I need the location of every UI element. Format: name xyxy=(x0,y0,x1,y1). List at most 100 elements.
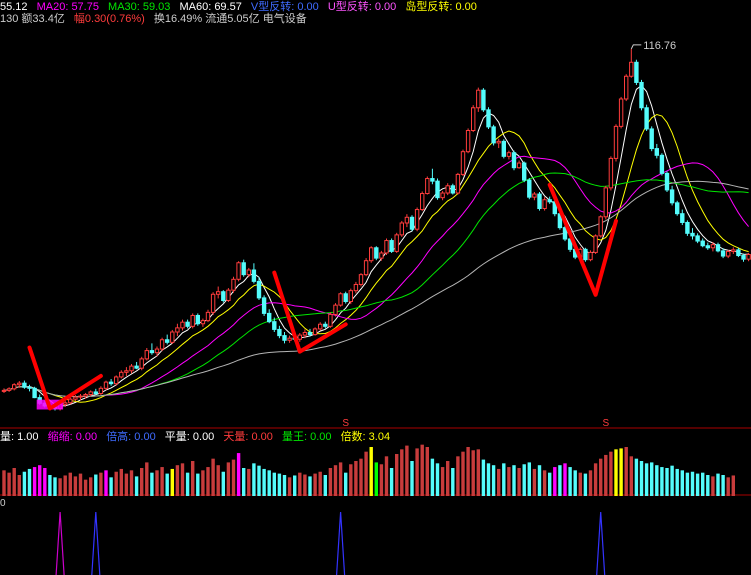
candle-body xyxy=(409,216,415,230)
candle-body xyxy=(613,125,619,159)
volume-bar xyxy=(109,477,113,496)
volume-bar xyxy=(17,475,21,496)
volume-bar xyxy=(226,462,231,496)
candle-body xyxy=(358,274,364,285)
candle-body xyxy=(435,180,440,199)
volume-bar xyxy=(726,477,730,496)
candle-body xyxy=(445,185,450,194)
volume-bar xyxy=(461,451,465,496)
volume-bar xyxy=(415,448,419,496)
candle-body xyxy=(318,323,323,330)
vol-legend-item: 倍高: 0.00 xyxy=(106,431,156,443)
volume-bar xyxy=(272,472,276,496)
candle-body xyxy=(246,269,252,276)
candle-body xyxy=(471,107,476,132)
volume-bar xyxy=(624,447,628,496)
candle-body xyxy=(139,358,144,369)
candle-body xyxy=(78,395,83,398)
candle-body xyxy=(649,128,654,150)
candle-body xyxy=(506,152,512,157)
volume-bar xyxy=(68,472,72,496)
volume-bar xyxy=(58,478,62,496)
candle-body xyxy=(221,291,226,301)
volume-bar xyxy=(2,470,6,496)
candle-body xyxy=(501,140,507,157)
candle-body xyxy=(144,350,150,360)
volume-bar xyxy=(619,448,623,496)
info-turnover: 换16.49% 流通5.05亿 电气设备 xyxy=(153,13,307,25)
volume-bar xyxy=(155,470,159,496)
candle-body xyxy=(404,216,410,224)
candle-body xyxy=(93,391,98,394)
volume-bar xyxy=(609,451,613,496)
volume-bar xyxy=(129,470,134,496)
volume-bar xyxy=(456,456,460,496)
candle-body xyxy=(73,396,78,400)
candle-body xyxy=(63,402,68,405)
volume-bar xyxy=(425,447,429,496)
volume-bar xyxy=(578,472,582,496)
candle-body xyxy=(450,185,456,194)
legend-signal: 0 xyxy=(0,497,12,511)
signal-spike xyxy=(55,511,65,575)
candle-body xyxy=(27,386,32,389)
candle-body xyxy=(333,304,338,315)
candle-body xyxy=(746,254,751,260)
volume-bar xyxy=(78,473,83,496)
candle-body xyxy=(374,247,379,259)
volume-bar xyxy=(94,474,98,496)
ma5-line xyxy=(3,84,749,407)
candle-body xyxy=(22,382,27,388)
candle-body xyxy=(119,371,124,378)
candle-body xyxy=(547,199,552,203)
candle-body xyxy=(190,314,195,327)
volume-bar xyxy=(267,470,271,496)
volume-bar xyxy=(517,468,521,496)
volume-bar xyxy=(104,470,108,496)
candle-body xyxy=(312,328,318,336)
volume-bar xyxy=(491,465,496,496)
candle-body xyxy=(149,350,155,354)
volume-bar xyxy=(287,477,292,496)
ma30-line xyxy=(3,172,749,398)
volume-bar xyxy=(185,472,190,496)
volume-bar xyxy=(512,465,516,496)
volume-bar xyxy=(201,470,205,496)
signal-spike xyxy=(596,511,606,575)
volume-bar xyxy=(599,458,603,496)
volume-bar xyxy=(634,458,639,496)
volume-bar xyxy=(32,467,37,496)
candle-body xyxy=(715,244,721,252)
vol-legend-item: 平量: 0.00 xyxy=(164,431,215,443)
candle-body xyxy=(516,162,522,169)
candle-body xyxy=(226,289,231,301)
candle-body xyxy=(103,381,109,389)
volume-bar xyxy=(532,468,537,496)
candle-body xyxy=(200,320,206,325)
s-marker: S xyxy=(602,418,609,429)
volume-bar xyxy=(318,471,322,496)
candle-body xyxy=(532,193,537,198)
candle-body xyxy=(83,394,88,397)
volume-bar xyxy=(629,456,633,496)
candle-body xyxy=(542,199,547,210)
volume-bar xyxy=(716,473,720,496)
volume-bar xyxy=(537,465,542,496)
info-change: 幅0.30(0.76%) xyxy=(73,13,145,25)
candle-body xyxy=(6,388,12,391)
candle-body xyxy=(175,327,180,333)
candle-body xyxy=(241,262,246,276)
candle-body xyxy=(323,323,328,327)
candle-body xyxy=(527,179,532,198)
volume-bar xyxy=(583,473,588,496)
volume-bar xyxy=(63,475,67,496)
volume-bar xyxy=(252,463,256,496)
legend-island-reversal: 岛型反转: 0.00 xyxy=(405,1,477,13)
candle-body xyxy=(68,398,73,404)
candle-body xyxy=(700,240,705,247)
candle-body xyxy=(272,321,277,330)
volume-bar xyxy=(481,459,486,496)
candle-body xyxy=(88,391,93,396)
candle-body xyxy=(282,335,287,341)
candle-body xyxy=(369,247,374,262)
